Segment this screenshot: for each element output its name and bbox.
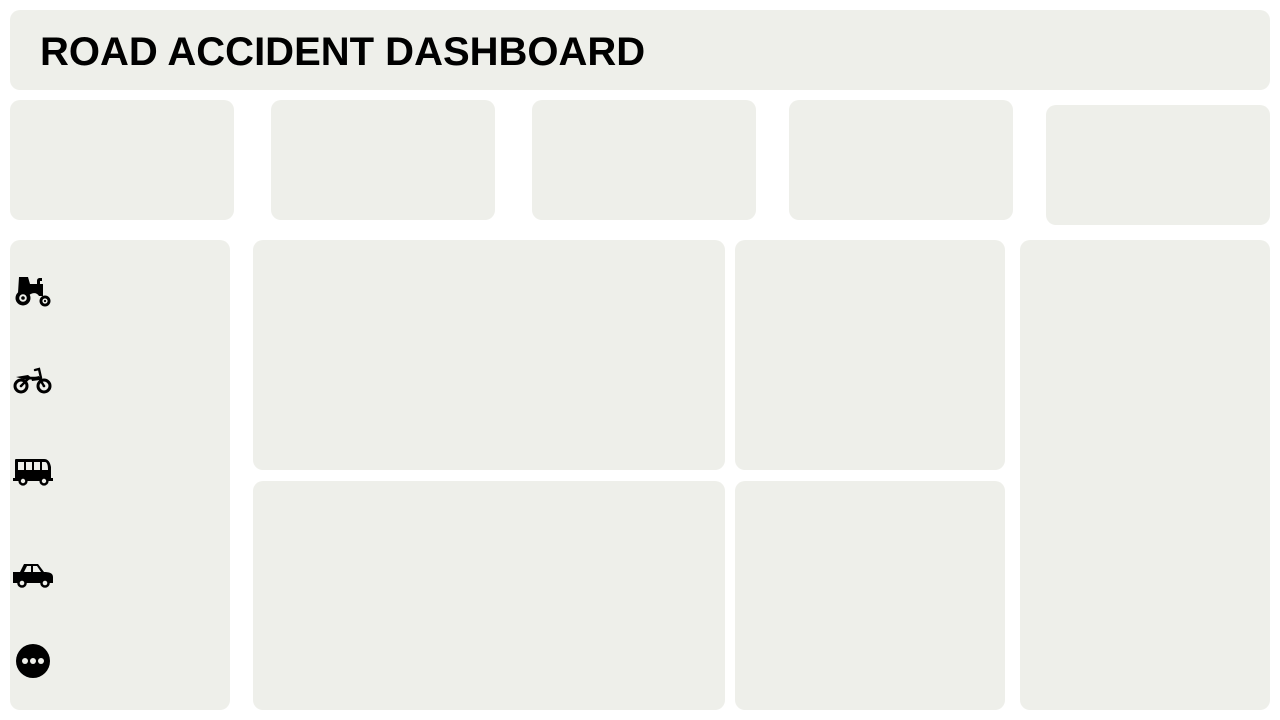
- dashboard-header: ROAD ACCIDENT DASHBOARD: [10, 10, 1270, 90]
- chart-panel-bottom-right: [735, 481, 1005, 710]
- bus-icon: [13, 459, 53, 486]
- car-icon: [13, 564, 53, 588]
- kpi-card-1: [10, 100, 234, 220]
- chart-panel-bottom-left: [253, 481, 725, 710]
- more-icon: [16, 644, 50, 678]
- kpi-card-2: [271, 100, 495, 220]
- chart-panel-top-left: [253, 240, 725, 470]
- chart-panel-top-right: [735, 240, 1005, 470]
- kpi-card-3: [532, 100, 756, 220]
- motorcycle-icon: [13, 367, 52, 394]
- kpi-card-5: [1046, 105, 1270, 225]
- dashboard-title: ROAD ACCIDENT DASHBOARD: [40, 30, 646, 74]
- tractor-icon: [15, 277, 51, 307]
- kpi-card-4: [789, 100, 1013, 220]
- chart-panel-right-column: [1020, 240, 1270, 710]
